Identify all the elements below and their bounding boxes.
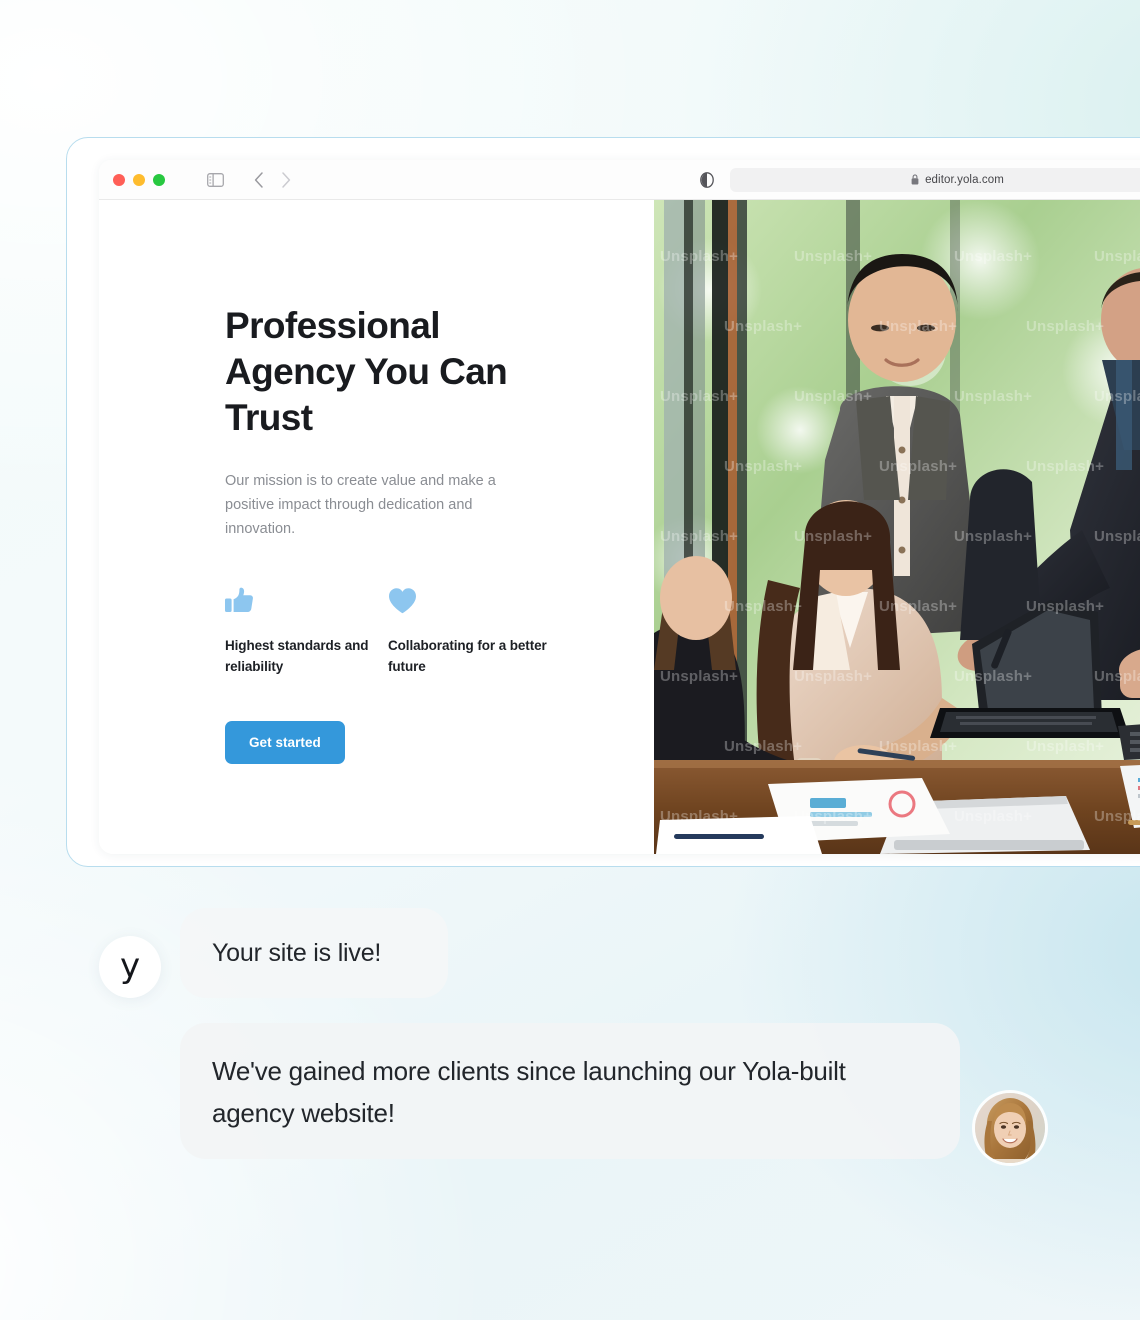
- hero-photo: Unsplash+ Unsplash+ Unsplash+ Unsplash+ …: [654, 200, 1140, 854]
- minimize-window-button[interactable]: [133, 173, 145, 186]
- feature-item-collaboration: Collaborating for a better future: [388, 587, 551, 677]
- thumbs-up-icon: [225, 587, 388, 615]
- feature-label: Highest standards and reliability: [225, 638, 369, 674]
- client-avatar-portrait: [975, 1093, 1045, 1163]
- hero-feature-list: Highest standards and reliability Collab…: [225, 587, 654, 677]
- lock-icon: [911, 174, 919, 185]
- sidebar-toggle-icon[interactable]: [207, 172, 224, 187]
- hero-photo-illustration: [654, 200, 1140, 854]
- chat-message-text: Your site is live!: [212, 938, 382, 967]
- window-controls: [113, 173, 165, 186]
- chat-bubble-client: We've gained more clients since launchin…: [180, 1023, 960, 1159]
- chat-bubble-yola: Your site is live!: [180, 908, 448, 998]
- chevron-right-icon[interactable]: [281, 171, 291, 188]
- site-preview-viewport: Professional Agency You Can Trust Our mi…: [99, 200, 1140, 854]
- chat-message-text: We've gained more clients since launchin…: [212, 1056, 846, 1128]
- avatar: [975, 1093, 1045, 1163]
- close-window-button[interactable]: [113, 173, 125, 186]
- feature-item-standards: Highest standards and reliability: [225, 587, 388, 677]
- hero-text-column: Professional Agency You Can Trust Our mi…: [99, 200, 654, 854]
- reader-mode-icon[interactable]: [700, 171, 714, 188]
- address-bar[interactable]: editor.yola.com: [730, 167, 1140, 192]
- yola-logo-icon: y: [119, 945, 141, 986]
- yola-brand-avatar: y: [99, 936, 161, 998]
- chevron-left-icon[interactable]: [254, 171, 264, 188]
- browser-window: editor.yola.com Professional Agency You …: [66, 137, 1140, 867]
- feature-label: Collaborating for a better future: [388, 638, 547, 674]
- address-bar-url: editor.yola.com: [925, 173, 1004, 186]
- page-title: Professional Agency You Can Trust: [225, 305, 508, 438]
- hero-subtitle: Our mission is to create value and make …: [225, 473, 496, 537]
- browser-window-inner: editor.yola.com Professional Agency You …: [99, 160, 1140, 854]
- maximize-window-button[interactable]: [153, 173, 165, 186]
- get-started-button[interactable]: Get started: [225, 721, 345, 764]
- browser-toolbar: editor.yola.com: [99, 160, 1140, 200]
- heart-icon: [388, 587, 551, 615]
